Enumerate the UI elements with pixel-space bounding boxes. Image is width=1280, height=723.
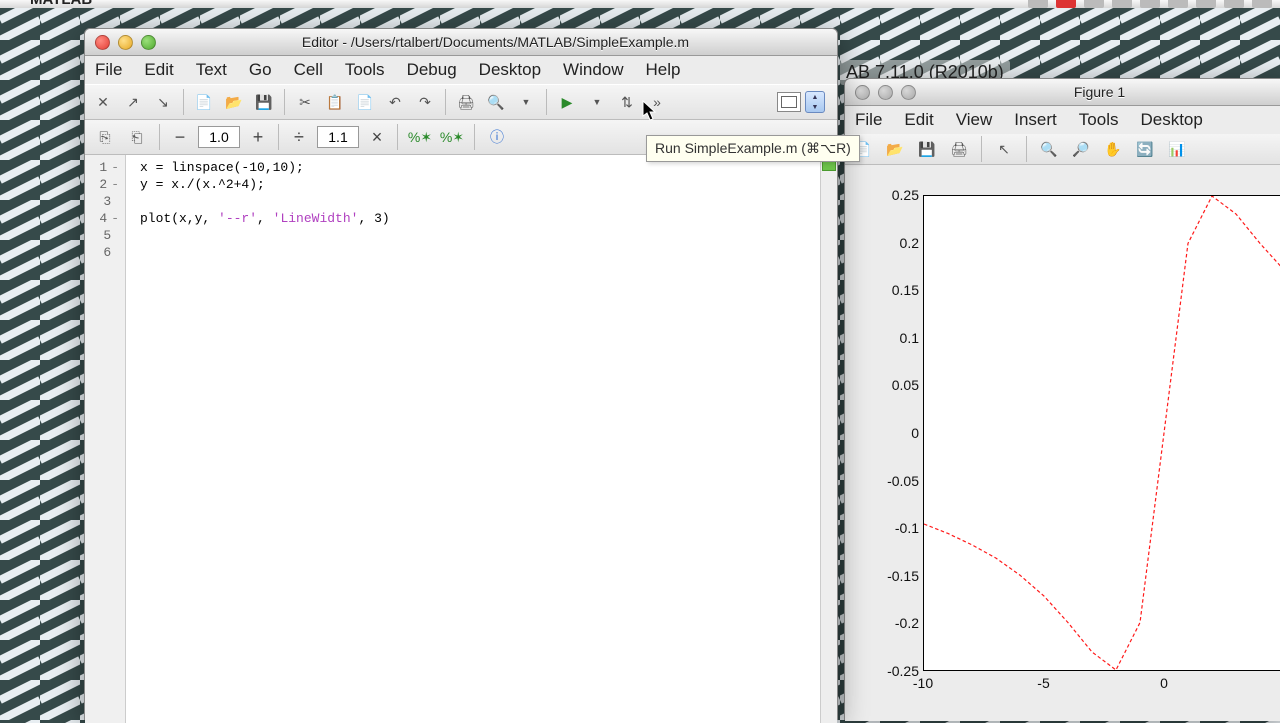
- separator: [183, 89, 184, 115]
- save-file-icon[interactable]: 💾: [252, 90, 276, 114]
- menu-tools[interactable]: Tools: [1079, 110, 1119, 130]
- menu-desktop[interactable]: Desktop: [479, 60, 541, 80]
- menu-file[interactable]: File: [855, 110, 882, 130]
- editor-toolbar: ✕ ↗ ↘ 📄 📂 💾 ✂ 📋 📄 ↶ ↷ 🖨 🔍 ▼ ▶ ▼ ⇅ » ▲▼: [85, 84, 837, 120]
- run-dropdown-icon[interactable]: ▼: [585, 90, 609, 114]
- menu-cell[interactable]: Cell: [294, 60, 323, 80]
- separator: [284, 89, 285, 115]
- decrement-button[interactable]: −: [170, 127, 190, 147]
- separator: [1026, 136, 1027, 162]
- eval-cell-advance-icon[interactable]: %✶: [408, 125, 432, 149]
- menu-go[interactable]: Go: [249, 60, 272, 80]
- redo-icon[interactable]: ↷: [413, 90, 437, 114]
- print-icon[interactable]: 🖨: [947, 137, 971, 161]
- figure-title: Figure 1: [924, 84, 1275, 100]
- editor-window: Editor - /Users/rtalbert/Documents/MATLA…: [84, 28, 838, 720]
- divide-button[interactable]: ÷: [289, 127, 309, 147]
- editor-title: Editor - /Users/rtalbert/Documents/MATLA…: [164, 34, 827, 50]
- editor-titlebar[interactable]: Editor - /Users/rtalbert/Documents/MATLA…: [85, 29, 837, 56]
- separator: [981, 136, 982, 162]
- copy-icon[interactable]: 📋: [323, 90, 347, 114]
- figure-window: Figure 1 File Edit View Insert Tools Des…: [844, 78, 1280, 720]
- plot-area: 0.250.20.150.10.050-0.05-0.1-0.15-0.2-0.…: [845, 165, 1280, 721]
- info-icon[interactable]: ⓘ: [485, 125, 509, 149]
- dropdown-icon[interactable]: ▼: [514, 90, 538, 114]
- undock-icon[interactable]: ↗: [121, 90, 145, 114]
- dock-selector[interactable]: ▲▼: [777, 91, 825, 113]
- menu-insert[interactable]: Insert: [1014, 110, 1057, 130]
- zoom-in-icon[interactable]: 🔍: [1037, 137, 1061, 161]
- data-cursor-icon[interactable]: 📊: [1165, 137, 1189, 161]
- macos-menubar: MATLAB: [0, 0, 1280, 8]
- pointer-icon[interactable]: ↖: [992, 137, 1016, 161]
- menu-window[interactable]: Window: [563, 60, 623, 80]
- zoom-icon[interactable]: [141, 35, 156, 50]
- run-icon[interactable]: ▶: [555, 90, 579, 114]
- print-icon[interactable]: 🖨: [454, 90, 478, 114]
- menu-debug[interactable]: Debug: [407, 60, 457, 80]
- zoom-icon[interactable]: [901, 85, 916, 100]
- menu-edit[interactable]: Edit: [904, 110, 933, 130]
- dock-icon[interactable]: ↘: [151, 90, 175, 114]
- figure-toolbar: 📄 📂 💾 🖨 ↖ 🔍 🔎 ✋ 🔄 📊: [845, 134, 1280, 165]
- increment-button[interactable]: +: [248, 127, 268, 147]
- run-advance-icon[interactable]: ⇅: [615, 90, 639, 114]
- increment-value-2[interactable]: 1.1: [317, 126, 359, 148]
- figure-menubar: File Edit View Insert Tools Desktop: [845, 106, 1280, 134]
- close-icon[interactable]: [95, 35, 110, 50]
- message-bar[interactable]: [820, 155, 837, 723]
- paste-icon[interactable]: 📄: [353, 90, 377, 114]
- app-name: MATLAB: [30, 0, 92, 8]
- pan-icon[interactable]: ✋: [1101, 137, 1125, 161]
- zoom-out-icon[interactable]: 🔎: [1069, 137, 1093, 161]
- code-area[interactable]: x = linspace(-10,10);y = x./(x.^2+4); pl…: [126, 155, 820, 723]
- separator: [546, 89, 547, 115]
- axes[interactable]: [923, 195, 1280, 671]
- menu-help[interactable]: Help: [646, 60, 681, 80]
- run-tooltip: Run SimpleExample.m (⌘⌥R): [646, 135, 860, 162]
- separator: [445, 89, 446, 115]
- menubar-status-icons: [1028, 0, 1272, 8]
- dock-stepper-icon[interactable]: ▲▼: [805, 91, 825, 113]
- cut-icon[interactable]: ✂: [293, 90, 317, 114]
- separator: [278, 124, 279, 150]
- save-icon[interactable]: 💾: [915, 137, 939, 161]
- eval-cell-icon[interactable]: ⎗: [125, 125, 149, 149]
- menu-view[interactable]: View: [956, 110, 993, 130]
- open-file-icon[interactable]: 📂: [222, 90, 246, 114]
- menu-tools[interactable]: Tools: [345, 60, 385, 80]
- new-file-icon[interactable]: 📄: [192, 90, 216, 114]
- close-icon[interactable]: [855, 85, 870, 100]
- menu-file[interactable]: File: [95, 60, 122, 80]
- increment-value-1[interactable]: 1.0: [198, 126, 240, 148]
- line-gutter: 1-2-3 4-5 6: [85, 155, 126, 723]
- editor-body: 1-2-3 4-5 6 x = linspace(-10,10);y = x./…: [85, 155, 837, 723]
- rotate-icon[interactable]: 🔄: [1133, 137, 1157, 161]
- separator: [474, 124, 475, 150]
- open-icon[interactable]: 📂: [883, 137, 907, 161]
- separator: [159, 124, 160, 150]
- menu-edit[interactable]: Edit: [144, 60, 173, 80]
- figure-titlebar[interactable]: Figure 1: [845, 79, 1280, 106]
- separator: [397, 124, 398, 150]
- minimize-icon[interactable]: [118, 35, 133, 50]
- multiply-button[interactable]: ×: [367, 127, 387, 147]
- menu-desktop[interactable]: Desktop: [1140, 110, 1202, 130]
- plot-line: [924, 196, 1280, 670]
- insert-cell-icon[interactable]: ⎘: [93, 125, 117, 149]
- editor-menubar: File Edit Text Go Cell Tools Debug Deskt…: [85, 56, 837, 84]
- eval-cell-icon-2[interactable]: %✶: [440, 125, 464, 149]
- close-doc-icon[interactable]: ✕: [91, 90, 115, 114]
- overflow-icon[interactable]: »: [645, 90, 669, 114]
- find-icon[interactable]: 🔍: [484, 90, 508, 114]
- menu-text[interactable]: Text: [196, 60, 227, 80]
- undo-icon[interactable]: ↶: [383, 90, 407, 114]
- minimize-icon[interactable]: [878, 85, 893, 100]
- dock-layout-icon[interactable]: [777, 92, 801, 112]
